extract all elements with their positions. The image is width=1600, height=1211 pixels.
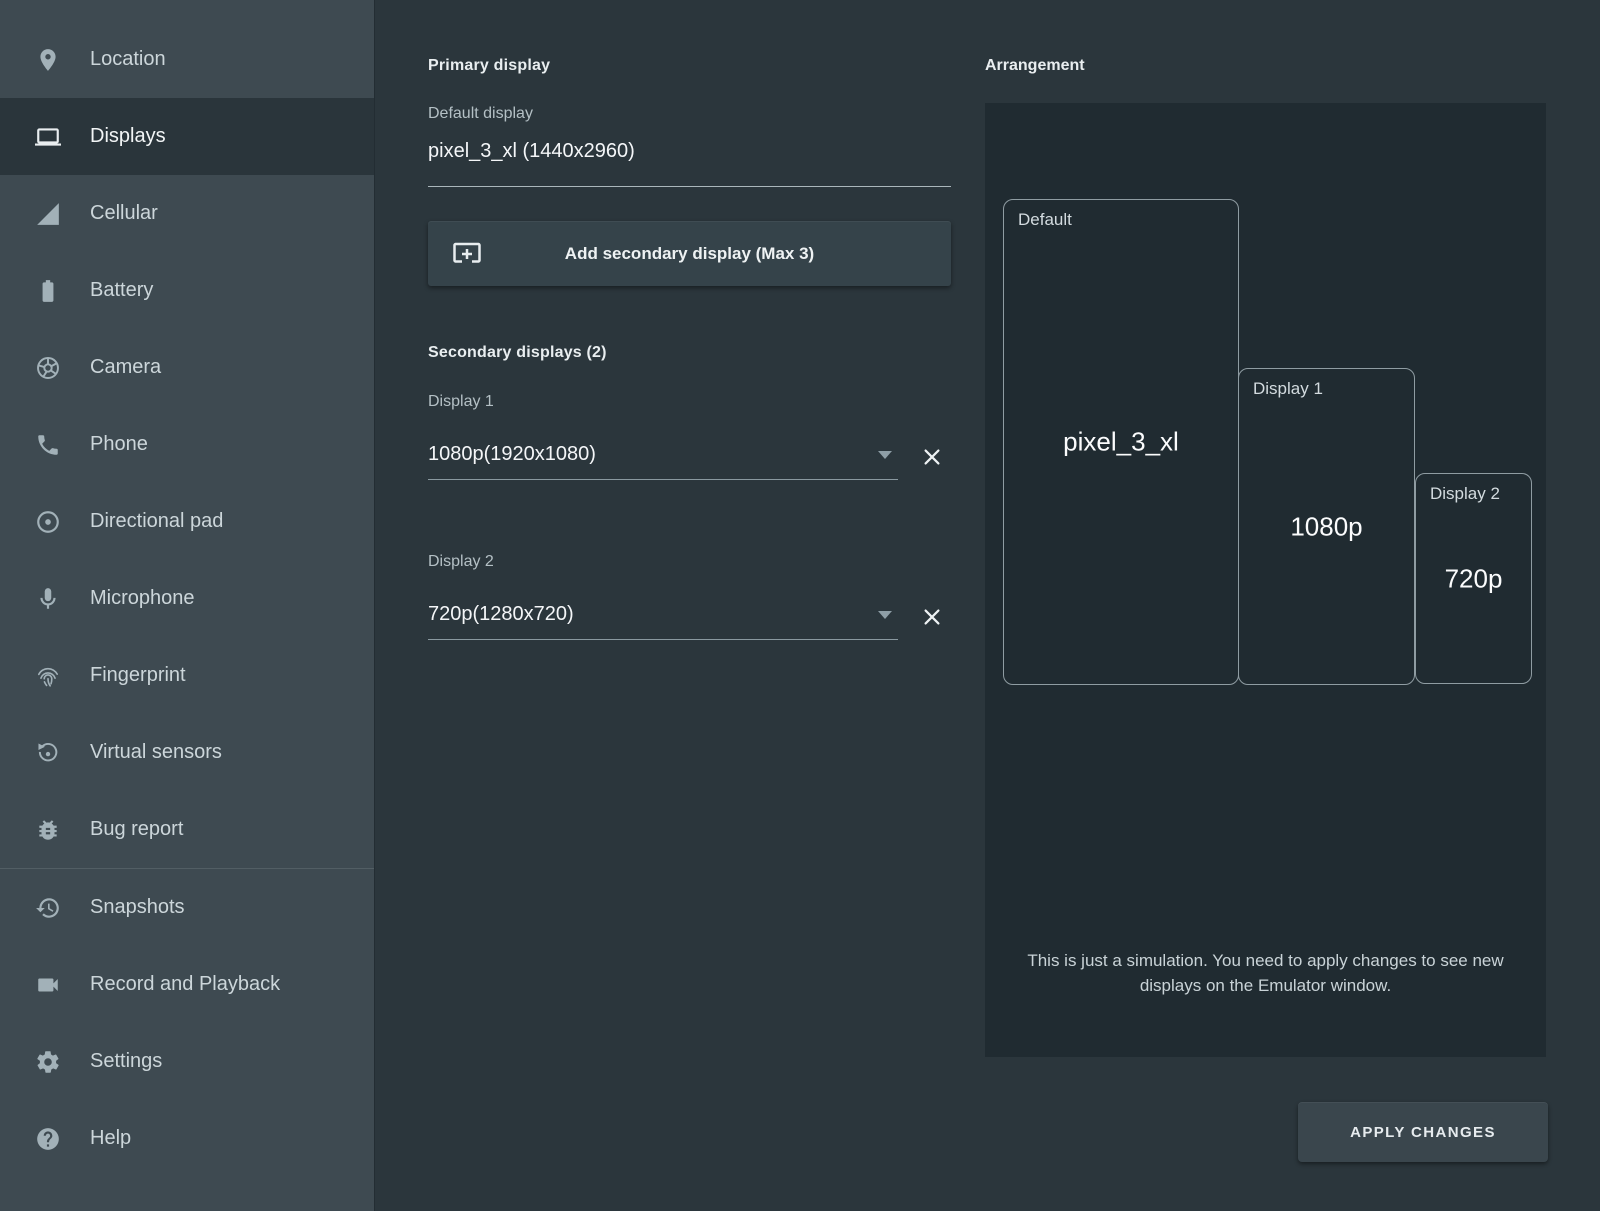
sidebar-item-label: Snapshots — [90, 896, 185, 919]
remove-display-2-button[interactable] — [918, 603, 946, 631]
display-1-label: Display 1 — [428, 393, 494, 411]
snapshots-icon — [34, 894, 62, 922]
display-2-value: 720p(1280x720) — [428, 603, 574, 626]
sidebar-item-record-and-playback[interactable]: Record and Playback — [0, 946, 374, 1023]
add-secondary-display-button[interactable]: Add secondary display (Max 3) — [428, 221, 951, 286]
gear-icon — [34, 1048, 62, 1076]
record-playback-icon — [34, 971, 62, 999]
primary-display-title: Primary display — [428, 57, 550, 75]
display-1-value: 1080p(1920x1080) — [428, 443, 596, 466]
sidebar-item-label: Settings — [90, 1050, 162, 1073]
default-display-value: pixel_3_xl (1440x2960) — [428, 140, 635, 163]
sidebar-item-label: Directional pad — [90, 510, 223, 533]
sidebar-item-phone[interactable]: Phone — [0, 406, 374, 483]
microphone-icon — [34, 585, 62, 613]
arrangement-title: Arrangement — [985, 57, 1085, 75]
location-icon — [34, 46, 62, 74]
bug-report-icon — [34, 816, 62, 844]
displays-icon — [34, 123, 62, 151]
secondary-displays-title: Secondary displays (2) — [428, 344, 607, 362]
sidebar-item-camera[interactable]: Camera — [0, 329, 374, 406]
displays-settings-panel: Primary display Default display pixel_3_… — [428, 0, 951, 1211]
display-box-2-label: Display 2 — [1430, 484, 1500, 504]
display-box-default-label: Default — [1018, 210, 1072, 230]
display-1-select[interactable]: 1080p(1920x1080) — [428, 430, 898, 480]
sidebar-item-label: Location — [90, 48, 166, 71]
add-secondary-display-label: Add secondary display (Max 3) — [428, 244, 951, 264]
sidebar-item-displays[interactable]: Displays — [0, 98, 374, 175]
fingerprint-icon — [34, 662, 62, 690]
display-box-1-value: 1080p — [1290, 511, 1362, 542]
chevron-down-icon — [878, 451, 892, 459]
display-box-1[interactable]: Display 1 1080p — [1238, 368, 1415, 685]
sidebar-item-battery[interactable]: Battery — [0, 252, 374, 329]
sidebar-item-label: Help — [90, 1127, 131, 1150]
display-box-2-value: 720p — [1445, 563, 1503, 594]
display-box-2[interactable]: Display 2 720p — [1415, 473, 1532, 684]
default-display-field: pixel_3_xl (1440x2960) — [428, 140, 951, 187]
apply-changes-button[interactable]: APPLY CHANGES — [1298, 1102, 1548, 1162]
sidebar-item-location[interactable]: Location — [0, 21, 374, 98]
chevron-down-icon — [878, 611, 892, 619]
display-2-label: Display 2 — [428, 553, 494, 571]
remove-display-1-button[interactable] — [918, 443, 946, 471]
virtual-sensors-icon — [34, 739, 62, 767]
display-2-select[interactable]: 720p(1280x720) — [428, 590, 898, 640]
sidebar-item-microphone[interactable]: Microphone — [0, 560, 374, 637]
dpad-icon — [34, 508, 62, 536]
sidebar-item-directional-pad[interactable]: Directional pad — [0, 483, 374, 560]
sidebar-item-label: Camera — [90, 356, 161, 379]
sidebar-item-help[interactable]: Help — [0, 1100, 374, 1177]
add-display-icon — [452, 239, 482, 269]
sidebar-item-label: Record and Playback — [90, 973, 280, 996]
sidebar-item-label: Displays — [90, 125, 166, 148]
sidebar-item-label: Bug report — [90, 818, 183, 841]
cellular-icon — [34, 200, 62, 228]
sidebar-item-bug-report[interactable]: Bug report — [0, 791, 374, 868]
sidebar-item-label: Microphone — [90, 587, 195, 610]
sidebar-item-label: Phone — [90, 433, 148, 456]
display-box-default-value: pixel_3_xl — [1063, 427, 1179, 458]
arrangement-panel: Default pixel_3_xl Display 1 1080p Displ… — [985, 103, 1546, 1057]
sidebar-item-label: Cellular — [90, 202, 158, 225]
help-icon — [34, 1125, 62, 1153]
phone-icon — [34, 431, 62, 459]
simulation-note: This is just a simulation. You need to a… — [1021, 948, 1511, 998]
sidebar-item-snapshots[interactable]: Snapshots — [0, 869, 374, 946]
camera-icon — [34, 354, 62, 382]
sidebar-item-label: Virtual sensors — [90, 741, 222, 764]
sidebar-item-cellular[interactable]: Cellular — [0, 175, 374, 252]
sidebar-item-settings[interactable]: Settings — [0, 1023, 374, 1100]
default-display-label: Default display — [428, 105, 533, 123]
display-box-1-label: Display 1 — [1253, 379, 1323, 399]
sidebar-item-label: Fingerprint — [90, 664, 186, 687]
sidebar-item-virtual-sensors[interactable]: Virtual sensors — [0, 714, 374, 791]
battery-icon — [34, 277, 62, 305]
sidebar: Location Displays Cellular Battery Camer… — [0, 0, 375, 1211]
sidebar-item-fingerprint[interactable]: Fingerprint — [0, 637, 374, 714]
display-box-default[interactable]: Default pixel_3_xl — [1003, 199, 1239, 685]
sidebar-item-label: Battery — [90, 279, 153, 302]
